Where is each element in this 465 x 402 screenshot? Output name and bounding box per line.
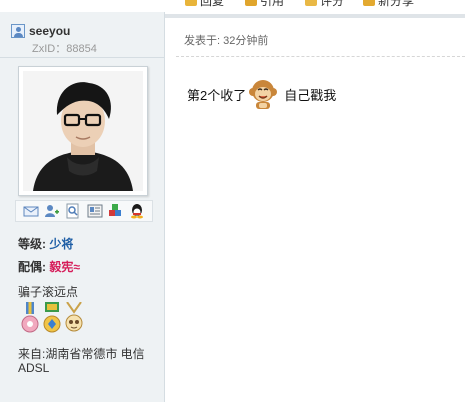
quote-icon bbox=[245, 0, 257, 6]
blocks-icon[interactable] bbox=[108, 203, 124, 219]
rank-label: 等级: bbox=[18, 237, 46, 251]
medal-icon[interactable] bbox=[42, 302, 62, 338]
add-friend-icon[interactable] bbox=[44, 203, 60, 219]
user-id: ZxID：88854 bbox=[32, 43, 97, 55]
reply-button[interactable]: 回复 bbox=[185, 0, 224, 8]
share-button[interactable]: 新分享 bbox=[363, 0, 414, 8]
post-divider bbox=[176, 56, 465, 57]
sidebar-divider bbox=[0, 57, 165, 58]
spouse-label: 配偶: bbox=[18, 260, 46, 274]
avatar-frame bbox=[18, 66, 148, 196]
search-posts-icon[interactable] bbox=[65, 203, 81, 219]
quote-button[interactable]: 引用 bbox=[245, 0, 284, 8]
medal-list bbox=[20, 302, 84, 338]
medal-icon[interactable] bbox=[64, 302, 84, 338]
reply-label: 回复 bbox=[200, 0, 225, 8]
user-icon bbox=[11, 24, 25, 38]
post-text-after[interactable]: 自己戳我 bbox=[284, 85, 336, 104]
qq-icon[interactable] bbox=[129, 203, 145, 219]
spouse-row: 配偶: 毅宪≈ bbox=[18, 258, 80, 275]
post-text-before: 第2个收了 bbox=[187, 87, 247, 103]
quote-label: 引用 bbox=[260, 0, 285, 8]
rank-row: 等级: 少将 bbox=[18, 235, 73, 252]
post-content: 第2个收了 自己戳我 bbox=[187, 78, 336, 110]
avatar[interactable] bbox=[23, 71, 143, 191]
rank-value: 少将 bbox=[49, 237, 74, 251]
user-group-text: 骗子滚远点 bbox=[18, 285, 79, 299]
message-icon[interactable] bbox=[23, 203, 39, 219]
monkey-emoticon-icon bbox=[249, 80, 278, 109]
username-row: seeyou bbox=[11, 24, 70, 38]
post-toolbar: 回复 引用 评分 新分享 bbox=[165, 0, 465, 10]
user-action-bar bbox=[15, 200, 153, 222]
reply-icon bbox=[185, 0, 197, 6]
share-icon bbox=[363, 0, 375, 6]
username-link[interactable]: seeyou bbox=[29, 24, 70, 38]
rate-button[interactable]: 评分 bbox=[305, 0, 344, 8]
user-location: 来自:湖南省常德市 电信ADSL bbox=[18, 347, 145, 375]
share-label: 新分享 bbox=[378, 0, 415, 8]
rate-icon bbox=[305, 0, 317, 6]
post-timestamp: 发表于: 32分钟前 bbox=[184, 35, 269, 47]
medal-icon[interactable] bbox=[20, 302, 40, 338]
spouse-link[interactable]: 毅宪≈ bbox=[49, 260, 80, 274]
rate-label: 评分 bbox=[320, 0, 345, 8]
profile-card-icon[interactable] bbox=[87, 203, 103, 219]
